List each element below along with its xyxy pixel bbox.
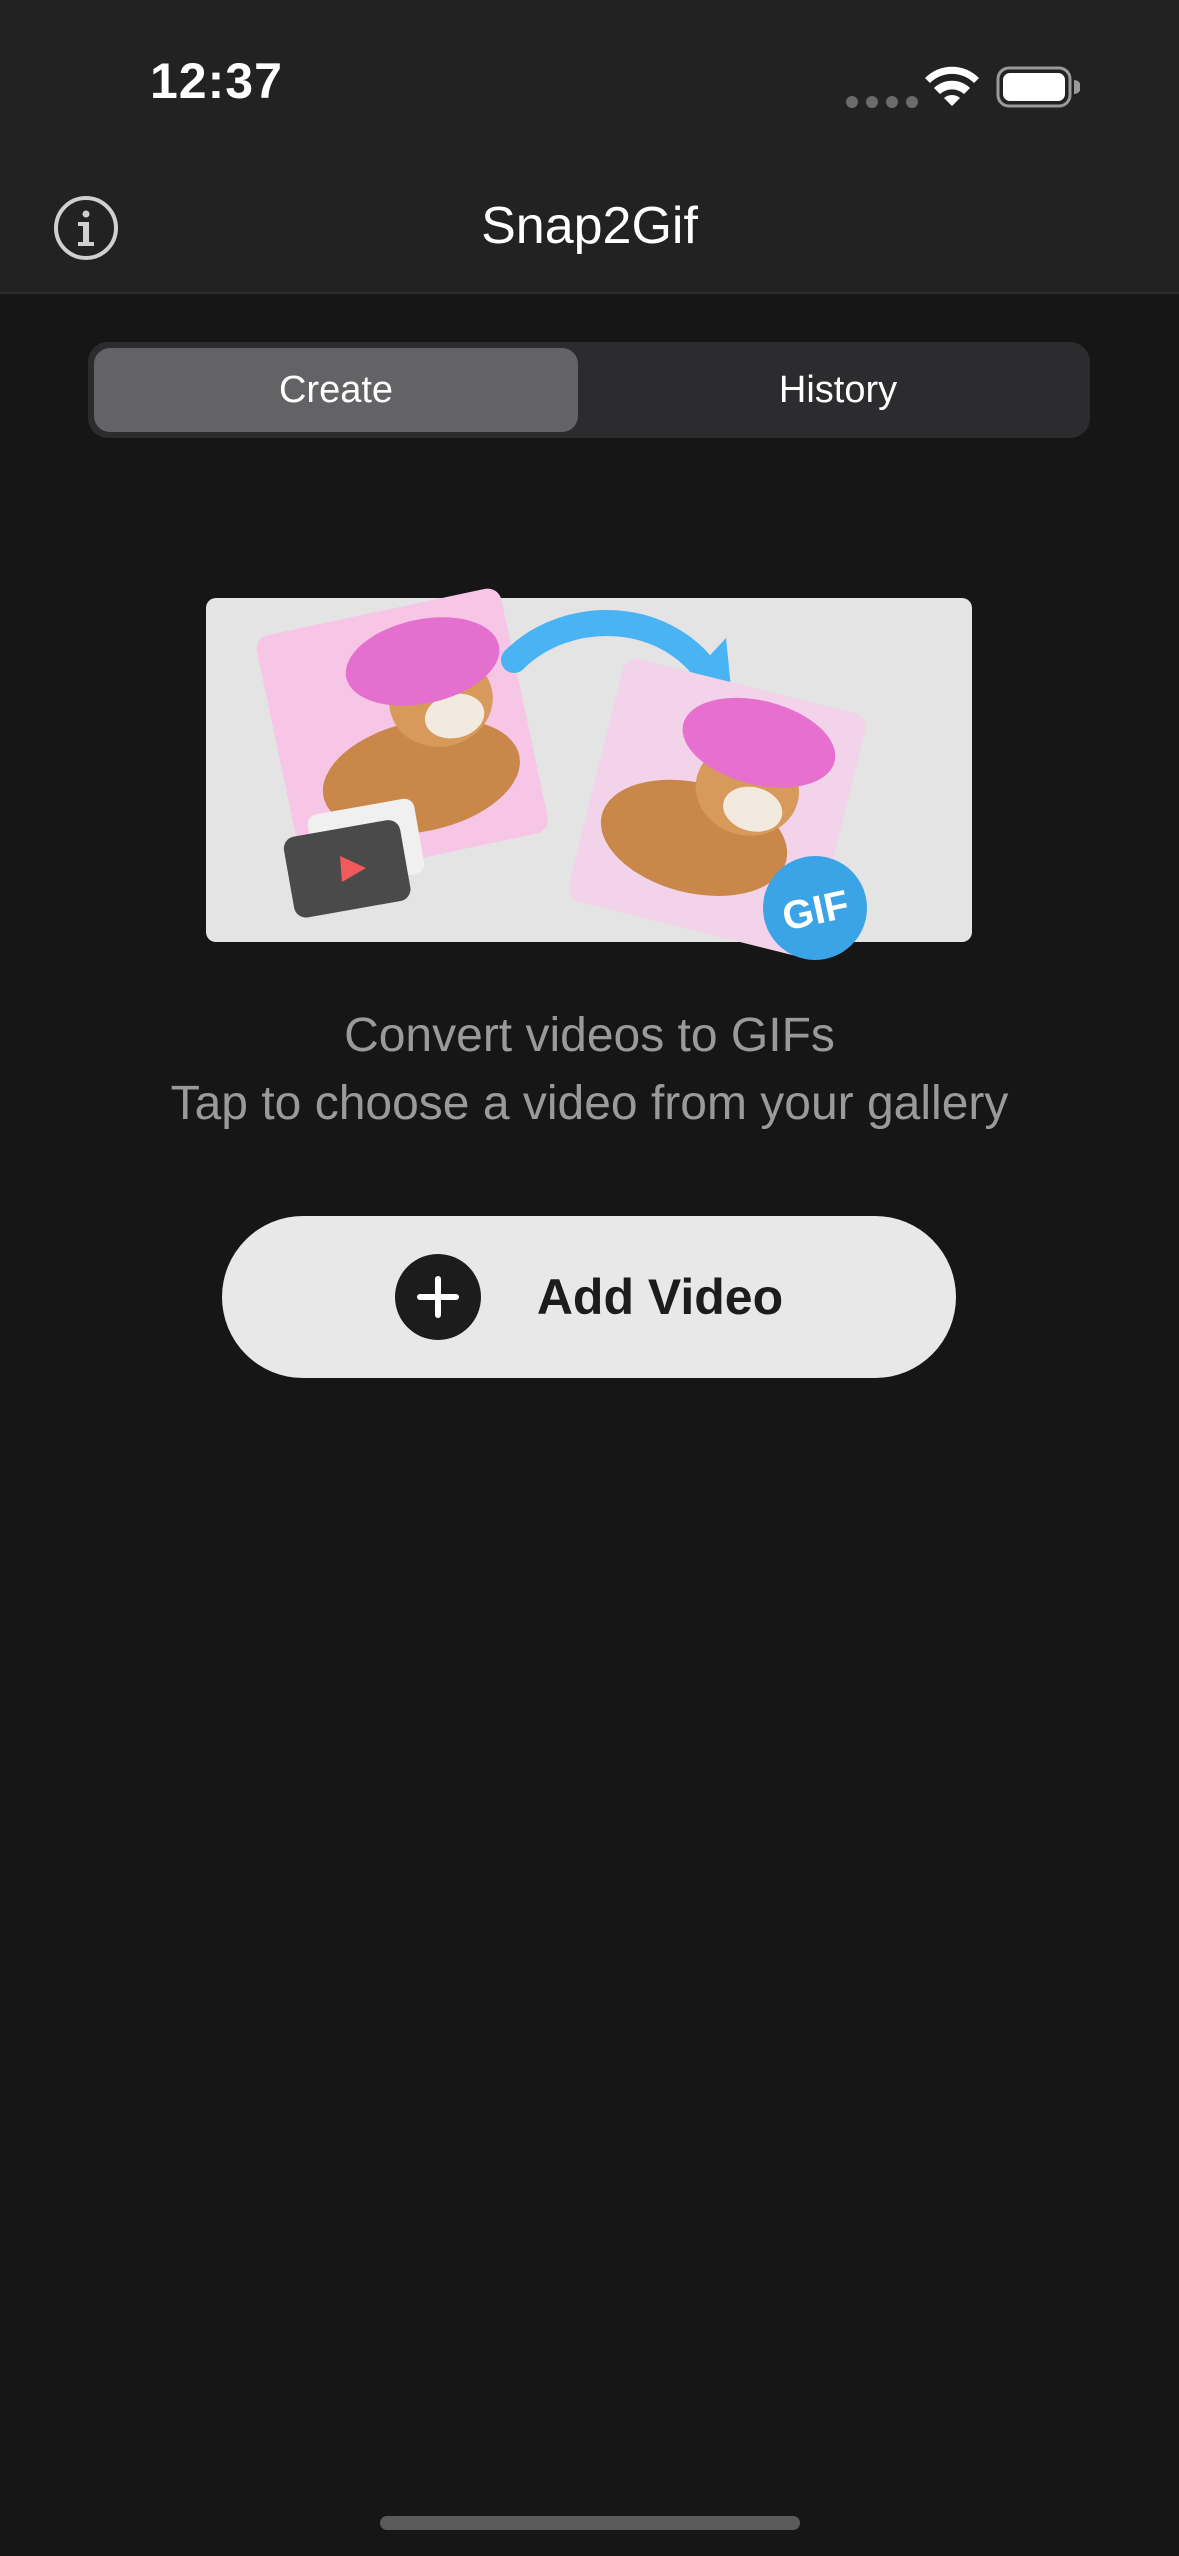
description-title: Convert videos to GIFs bbox=[344, 1009, 835, 1062]
tab-history[interactable]: History bbox=[596, 348, 1080, 432]
add-video-button[interactable]: Add Video bbox=[222, 1216, 956, 1378]
wifi-icon bbox=[925, 66, 979, 106]
add-video-label: Add Video bbox=[536, 1269, 784, 1325]
plus-circle-icon bbox=[394, 1254, 481, 1340]
gif-badge-icon: GIF bbox=[763, 856, 867, 960]
top-bar: 12:37 Snap2Gif bbox=[0, 0, 1179, 294]
cellular-signal-icon bbox=[846, 96, 918, 108]
description-subtitle: Tap to choose a video from your gallery bbox=[170, 1077, 1009, 1130]
segmented-control: Create History bbox=[88, 342, 1090, 438]
home-indicator[interactable] bbox=[380, 2516, 800, 2530]
nav-title: Snap2Gif bbox=[481, 197, 698, 255]
app-screen: 12:37 Snap2Gif Create History GIF Conver… bbox=[0, 0, 1179, 2556]
status-time: 12:37 bbox=[150, 53, 283, 109]
battery-icon bbox=[996, 66, 1080, 108]
tab-create[interactable]: Create bbox=[94, 348, 578, 432]
video-to-gif-illustration: GIF bbox=[206, 588, 972, 960]
